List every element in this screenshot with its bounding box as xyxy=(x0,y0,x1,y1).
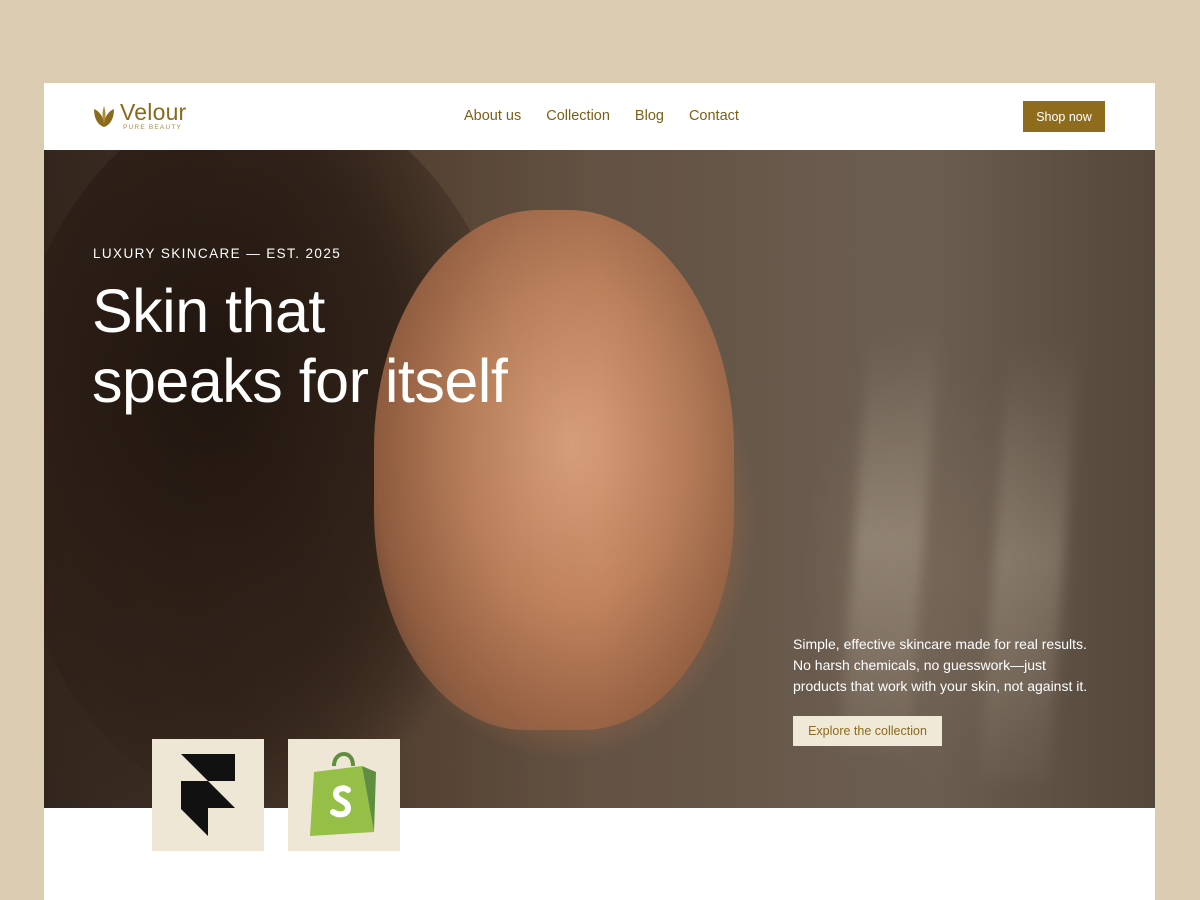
brand-name: Velour xyxy=(120,99,187,125)
hero-copy-line3: products that work with your skin, not a… xyxy=(793,678,1088,694)
hero-headline: Skin that speaks for itself xyxy=(92,276,652,416)
shopify-logo-icon xyxy=(310,752,376,836)
nav-contact[interactable]: Contact xyxy=(689,108,739,124)
brand-tagline: PURE BEAUTY xyxy=(123,124,183,131)
nav-collection[interactable]: Collection xyxy=(546,108,610,124)
framer-badge xyxy=(152,739,264,851)
hero-section: LUXURY SKINCARE — EST. 2025 Skin that sp… xyxy=(44,150,1155,808)
nav-about-us[interactable]: About us xyxy=(464,108,521,124)
framer-logo-icon xyxy=(181,754,235,836)
leaf-icon xyxy=(94,106,114,128)
page-frame: Velour PURE BEAUTY About us Collection B… xyxy=(44,83,1155,900)
brand-logo[interactable]: Velour PURE BEAUTY xyxy=(92,101,186,132)
hero-description: Simple, effective skincare made for real… xyxy=(793,634,1113,697)
shopify-badge xyxy=(288,739,400,851)
nav-blog[interactable]: Blog xyxy=(635,108,664,124)
hero-headline-line1: Skin that xyxy=(92,277,325,345)
shop-now-button[interactable]: Shop now xyxy=(1023,101,1105,132)
hero-headline-line2: speaks for itself xyxy=(92,347,508,415)
hero-eyebrow: LUXURY SKINCARE — EST. 2025 xyxy=(93,246,342,261)
main-nav: About us Collection Blog Contact xyxy=(464,108,739,124)
hero-copy-line1: Simple, effective skincare made for real… xyxy=(793,636,1087,652)
explore-collection-button[interactable]: Explore the collection xyxy=(793,716,942,746)
hero-copy-line2: No harsh chemicals, no guesswork—just xyxy=(793,657,1046,673)
site-header: Velour PURE BEAUTY About us Collection B… xyxy=(44,83,1155,150)
